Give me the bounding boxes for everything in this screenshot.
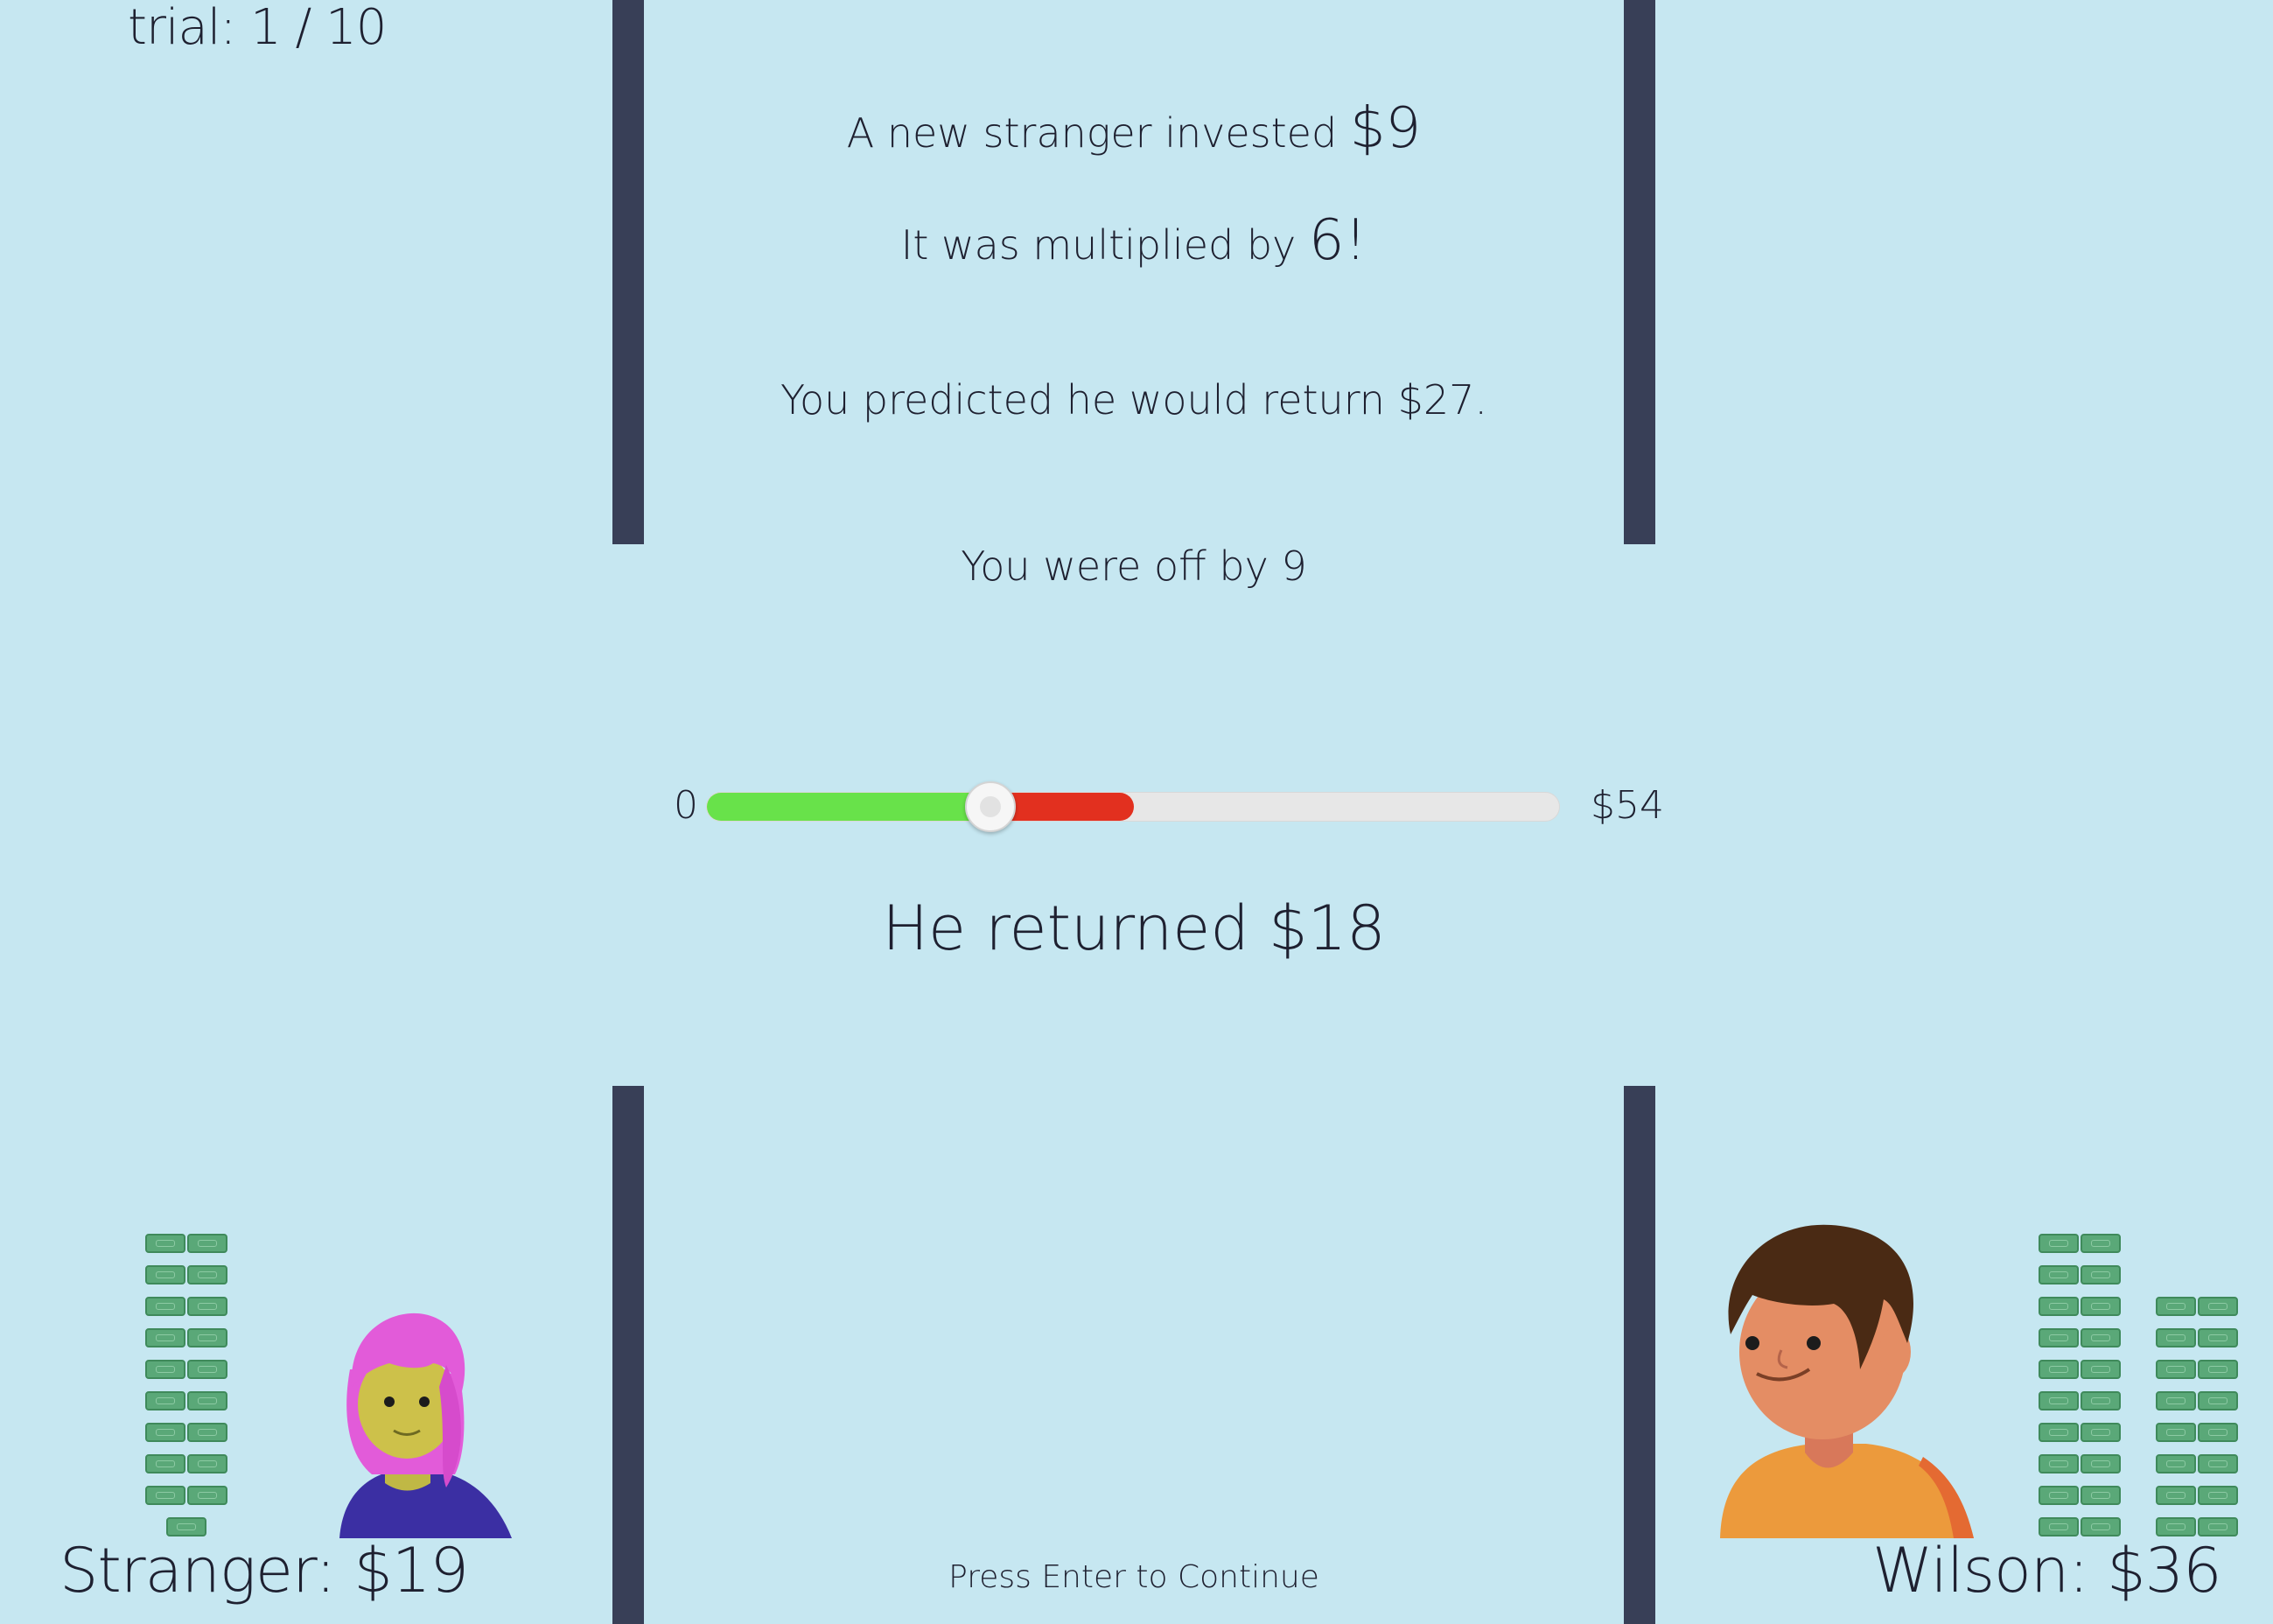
money-bill-icon [187, 1328, 227, 1348]
right-pillar-top [1624, 0, 1655, 544]
money-bill-icon [2198, 1423, 2238, 1442]
returned-fill [707, 793, 992, 821]
money-bill-icon [2156, 1391, 2196, 1410]
money-bill-icon [2198, 1454, 2238, 1474]
money-bill-icon [2198, 1486, 2238, 1505]
trial-counter: trial: 1 / 10 [128, 0, 387, 56]
return-slider-track[interactable] [706, 792, 1560, 822]
money-bill-icon [2081, 1391, 2121, 1410]
money-bill-icon [2156, 1454, 2196, 1474]
money-bill-icon [145, 1360, 185, 1379]
stranger-avatar [339, 1312, 512, 1538]
invest-message: A new stranger invested $9 [644, 96, 1624, 161]
money-bill-icon [2081, 1234, 2121, 1253]
money-bill-icon [187, 1423, 227, 1442]
money-bill-icon [2039, 1517, 2079, 1536]
continue-prompt: Press Enter to Continue [948, 1559, 1319, 1595]
wilson-avatar [1720, 1224, 1974, 1538]
money-bill-icon [2081, 1360, 2121, 1379]
money-bill-icon [2156, 1517, 2196, 1536]
money-bill-icon [145, 1234, 185, 1253]
multiplier-message: It was multiplied by 6! [644, 208, 1624, 273]
money-bill-icon [166, 1517, 206, 1536]
money-bill-icon [2039, 1265, 2079, 1284]
money-bill-icon [2081, 1297, 2121, 1316]
multiplier-value: 6! [1308, 208, 1367, 273]
money-bill-icon [2039, 1297, 2079, 1316]
game-stage: trial: 1 / 10 A new stranger invested $9… [0, 0, 2273, 1624]
money-bill-icon [2081, 1423, 2121, 1442]
multiplier-text: It was multiplied by [900, 221, 1309, 269]
money-bill-icon [2039, 1360, 2079, 1379]
slider-max-label: $54 [1591, 783, 1664, 828]
money-bill-icon [2081, 1265, 2121, 1284]
money-bill-icon [187, 1265, 227, 1284]
money-bill-icon [2081, 1517, 2121, 1536]
money-bill-icon [2039, 1234, 2079, 1253]
wilson-balance: Wilson: $36 [1872, 1535, 2222, 1606]
money-bill-icon [145, 1423, 185, 1442]
money-bill-icon [2081, 1486, 2121, 1505]
money-bill-icon [2198, 1517, 2238, 1536]
stranger-balance: Stranger: $19 [59, 1535, 469, 1606]
invest-text: A new stranger invested [846, 109, 1350, 157]
returned-message: He returned $18 [882, 892, 1386, 964]
money-bill-icon [187, 1234, 227, 1253]
money-bill-icon [187, 1391, 227, 1410]
left-pillar-top [612, 0, 644, 544]
money-bill-icon [187, 1297, 227, 1316]
left-pillar-bottom [612, 1086, 644, 1624]
money-bill-icon [2156, 1423, 2196, 1442]
prediction-message: You predicted he would return $27. [780, 376, 1488, 424]
money-bill-icon [2081, 1328, 2121, 1348]
money-bill-icon [145, 1328, 185, 1348]
money-bill-icon [187, 1360, 227, 1379]
slider-min-label: 0 [674, 783, 698, 828]
money-bill-icon [2039, 1423, 2079, 1442]
money-bill-icon [2081, 1454, 2121, 1474]
money-bill-icon [187, 1454, 227, 1474]
money-bill-icon [145, 1486, 185, 1505]
money-bill-icon [145, 1265, 185, 1284]
money-bill-icon [2198, 1328, 2238, 1348]
money-bill-icon [145, 1297, 185, 1316]
invest-amount: $9 [1349, 96, 1422, 161]
slider-knob[interactable] [965, 781, 1017, 832]
money-bill-icon [2039, 1391, 2079, 1410]
money-bill-icon [145, 1454, 185, 1474]
offby-message: You were off by 9 [961, 542, 1307, 590]
money-bill-icon [2156, 1297, 2196, 1316]
money-bill-icon [2039, 1486, 2079, 1505]
right-pillar-bottom [1624, 1086, 1655, 1624]
money-bill-icon [2156, 1360, 2196, 1379]
money-bill-icon [2156, 1486, 2196, 1505]
money-bill-icon [2198, 1297, 2238, 1316]
money-bill-icon [187, 1486, 227, 1505]
money-bill-icon [2039, 1454, 2079, 1474]
money-bill-icon [2198, 1360, 2238, 1379]
money-bill-icon [2198, 1391, 2238, 1410]
money-bill-icon [2039, 1328, 2079, 1348]
money-bill-icon [145, 1391, 185, 1410]
money-bill-icon [2156, 1328, 2196, 1348]
